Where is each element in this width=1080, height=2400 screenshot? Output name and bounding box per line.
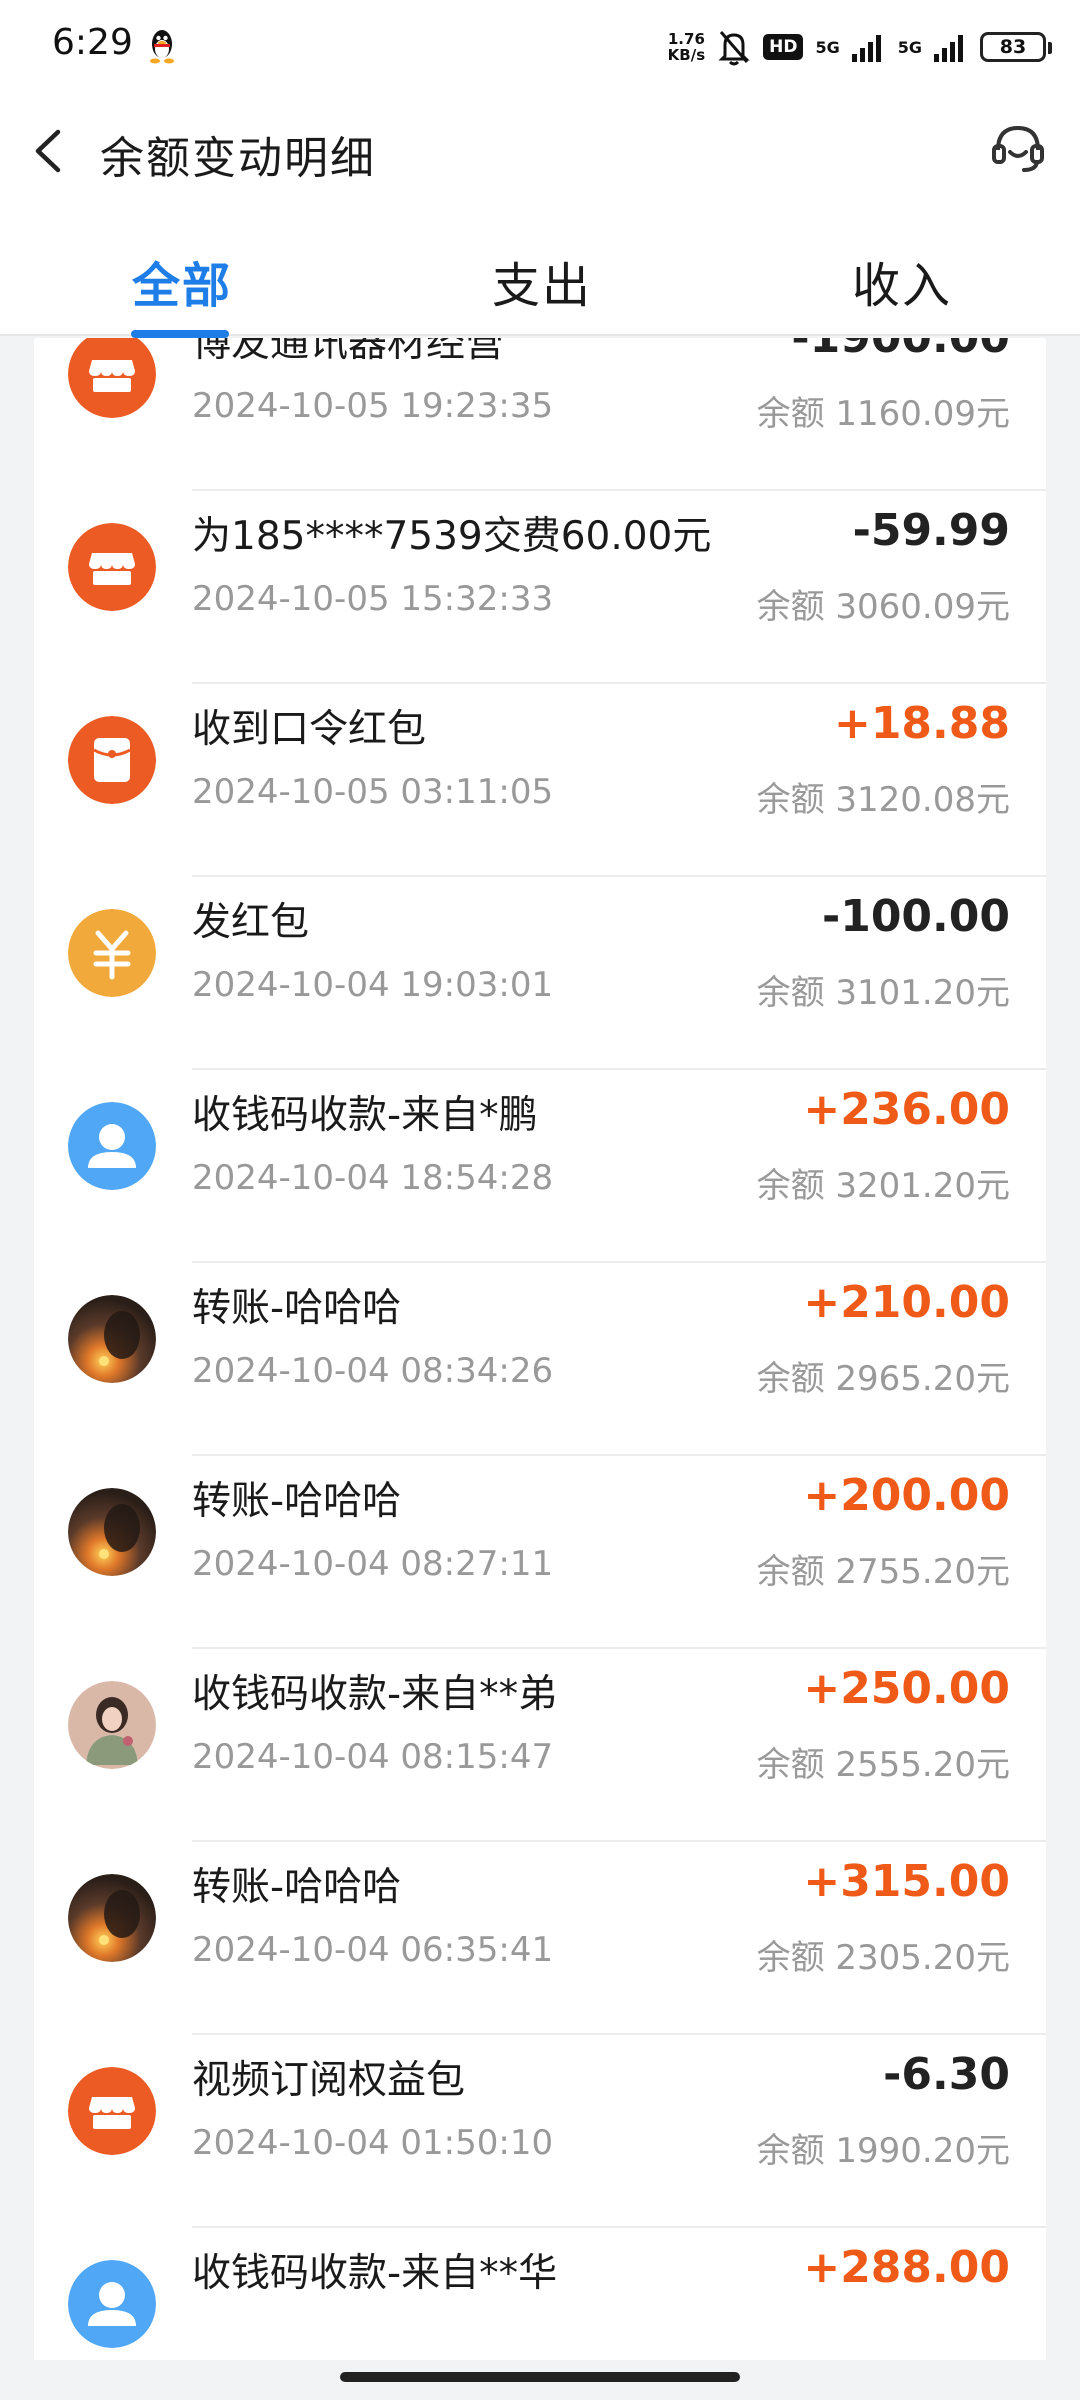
transaction-title: 博友通讯器材经营 bbox=[192, 338, 505, 366]
transaction-row[interactable]: 视频订阅权益包 2024-10-04 01:50:10 -6.30 余额 199… bbox=[34, 2035, 1046, 2228]
transaction-row[interactable]: 转账-哈哈哈 2024-10-04 06:35:41 +315.00 余额 23… bbox=[34, 1842, 1046, 2035]
transaction-balance: 余额 3201.20元 bbox=[756, 1166, 1010, 1206]
red-packet-icon bbox=[68, 716, 156, 804]
transaction-amount: -6.30 bbox=[883, 2049, 1010, 2100]
qq-penguin-icon bbox=[150, 30, 174, 64]
transaction-title: 视频订阅权益包 bbox=[192, 2058, 466, 2103]
transaction-balance: 余额 2555.20元 bbox=[756, 1745, 1010, 1785]
transaction-row[interactable]: 为185****7539交费60.00元 2024-10-05 15:32:33… bbox=[34, 491, 1046, 684]
battery-icon: 83 bbox=[980, 32, 1052, 62]
transaction-amount: +200.00 bbox=[803, 1470, 1010, 1521]
transaction-time: 2024-10-05 15:32:33 bbox=[192, 579, 554, 619]
transaction-amount: +315.00 bbox=[803, 1856, 1010, 1907]
shop-icon bbox=[68, 523, 156, 611]
page-title: 余额变动明细 bbox=[100, 133, 376, 184]
transaction-time: 2024-10-04 01:50:10 bbox=[192, 2123, 554, 2163]
tab-income[interactable]: 收入 bbox=[852, 246, 952, 316]
transaction-balance: 余额 2965.20元 bbox=[756, 1359, 1010, 1399]
transaction-title: 收钱码收款-来自*鹏 bbox=[192, 1093, 538, 1138]
mute-bell-icon bbox=[718, 31, 750, 66]
transaction-time: 2024-10-04 18:54:28 bbox=[192, 1158, 554, 1198]
active-tab-indicator bbox=[131, 330, 229, 338]
transaction-time: 2024-10-04 06:35:41 bbox=[192, 1930, 554, 1970]
transaction-title: 收到口令红包 bbox=[192, 707, 427, 752]
transaction-amount: +236.00 bbox=[803, 1084, 1010, 1135]
yuan-icon bbox=[68, 909, 156, 997]
tab-bar: 全部 支出 收入 bbox=[0, 206, 1080, 338]
transaction-title: 转账-哈哈哈 bbox=[192, 1865, 402, 1910]
transaction-balance: 余额 2755.20元 bbox=[756, 1552, 1010, 1592]
shop-icon bbox=[68, 2067, 156, 2155]
transaction-row[interactable]: 收钱码收款-来自*鹏 2024-10-04 18:54:28 +236.00 余… bbox=[34, 1070, 1046, 1263]
person-icon bbox=[68, 1102, 156, 1190]
transaction-time: 2024-10-04 08:15:47 bbox=[192, 1737, 554, 1777]
transaction-amount: +210.00 bbox=[803, 1277, 1010, 1328]
back-arrow-icon[interactable] bbox=[26, 124, 76, 178]
transaction-balance: 余额 3120.08元 bbox=[756, 780, 1010, 820]
transaction-row[interactable]: 收钱码收款-来自**弟 2024-10-04 08:15:47 +250.00 … bbox=[34, 1649, 1046, 1842]
signal-icon bbox=[934, 35, 963, 62]
transaction-amount: -59.99 bbox=[852, 505, 1010, 556]
transaction-title: 收钱码收款-来自**弟 bbox=[192, 1672, 558, 1717]
transaction-row[interactable]: 收到口令红包 2024-10-05 03:11:05 +18.88 余额 312… bbox=[34, 684, 1046, 877]
transaction-amount: -1900.00 bbox=[791, 338, 1010, 363]
transaction-balance: 余额 1990.20元 bbox=[756, 2131, 1010, 2171]
signal-icon bbox=[851, 35, 881, 62]
transaction-balance: 余额 1160.09元 bbox=[756, 394, 1010, 434]
status-icons: 1.76 KB/s HD 5G 5G 83 bbox=[668, 24, 1052, 70]
transaction-row[interactable]: 发红包 2024-10-04 19:03:01 -100.00 余额 3101.… bbox=[34, 877, 1046, 1070]
tab-all[interactable]: 全部 bbox=[132, 246, 232, 316]
transaction-title: 发红包 bbox=[192, 900, 310, 945]
transaction-time: 2024-10-04 08:27:11 bbox=[192, 1544, 554, 1584]
transaction-balance: 余额 2305.20元 bbox=[756, 1938, 1010, 1978]
transaction-title: 为185****7539交费60.00元 bbox=[192, 514, 712, 559]
transaction-amount: -100.00 bbox=[821, 891, 1010, 942]
person-icon bbox=[68, 2260, 156, 2348]
transaction-title: 收钱码收款-来自**华 bbox=[192, 2251, 558, 2296]
transaction-balance: 余额 3101.20元 bbox=[756, 973, 1010, 1013]
sim1-network: 5G bbox=[815, 37, 840, 57]
battery-level: 83 bbox=[999, 36, 1027, 58]
shop-icon bbox=[68, 338, 156, 418]
transaction-row[interactable]: 转账-哈哈哈 2024-10-04 08:27:11 +200.00 余额 27… bbox=[34, 1456, 1046, 1649]
transaction-row[interactable]: 转账-哈哈哈 2024-10-04 08:34:26 +210.00 余额 29… bbox=[34, 1263, 1046, 1456]
transaction-time: 2024-10-05 03:11:05 bbox=[192, 772, 554, 812]
customer-service-icon[interactable] bbox=[990, 118, 1046, 178]
net-speed-value: 1.76 bbox=[667, 30, 705, 48]
transaction-time: 2024-10-04 19:03:01 bbox=[192, 965, 554, 1005]
transaction-title: 转账-哈哈哈 bbox=[192, 1479, 402, 1524]
transaction-amount: +18.88 bbox=[833, 698, 1010, 749]
transaction-list[interactable]: 博友通讯器材经营 2024-10-05 19:23:35 -1900.00 余额… bbox=[34, 338, 1046, 2360]
sim2-network: 5G bbox=[897, 37, 922, 57]
transaction-row[interactable]: 收钱码收款-来自**华 +288.00 bbox=[34, 2228, 1046, 2360]
transaction-time: 2024-10-04 08:34:26 bbox=[192, 1351, 554, 1391]
transaction-amount: +250.00 bbox=[803, 1663, 1010, 1714]
status-time: 6:29 bbox=[52, 22, 133, 63]
nav-header: 余额变动明细 bbox=[0, 96, 1080, 206]
net-speed-unit: KB/s bbox=[667, 46, 706, 64]
girl-avatar bbox=[68, 1681, 156, 1769]
status-bar: 6:29 1.76 KB/s HD 5G 5G 83 bbox=[0, 0, 1080, 96]
network-speed: 1.76 KB/s bbox=[668, 31, 705, 63]
hd-badge: HD bbox=[763, 34, 804, 60]
tab-expense[interactable]: 支出 bbox=[492, 246, 592, 316]
transaction-amount: +288.00 bbox=[803, 2242, 1010, 2293]
transaction-time: 2024-10-05 19:23:35 bbox=[192, 386, 554, 426]
sunset-avatar bbox=[68, 1874, 156, 1962]
transaction-title: 转账-哈哈哈 bbox=[192, 1286, 402, 1331]
transaction-balance: 余额 3060.09元 bbox=[756, 587, 1010, 627]
home-indicator[interactable] bbox=[340, 2372, 740, 2382]
sunset-avatar bbox=[68, 1488, 156, 1576]
transaction-row[interactable]: 博友通讯器材经营 2024-10-05 19:23:35 -1900.00 余额… bbox=[34, 338, 1046, 491]
sunset-avatar bbox=[68, 1295, 156, 1383]
